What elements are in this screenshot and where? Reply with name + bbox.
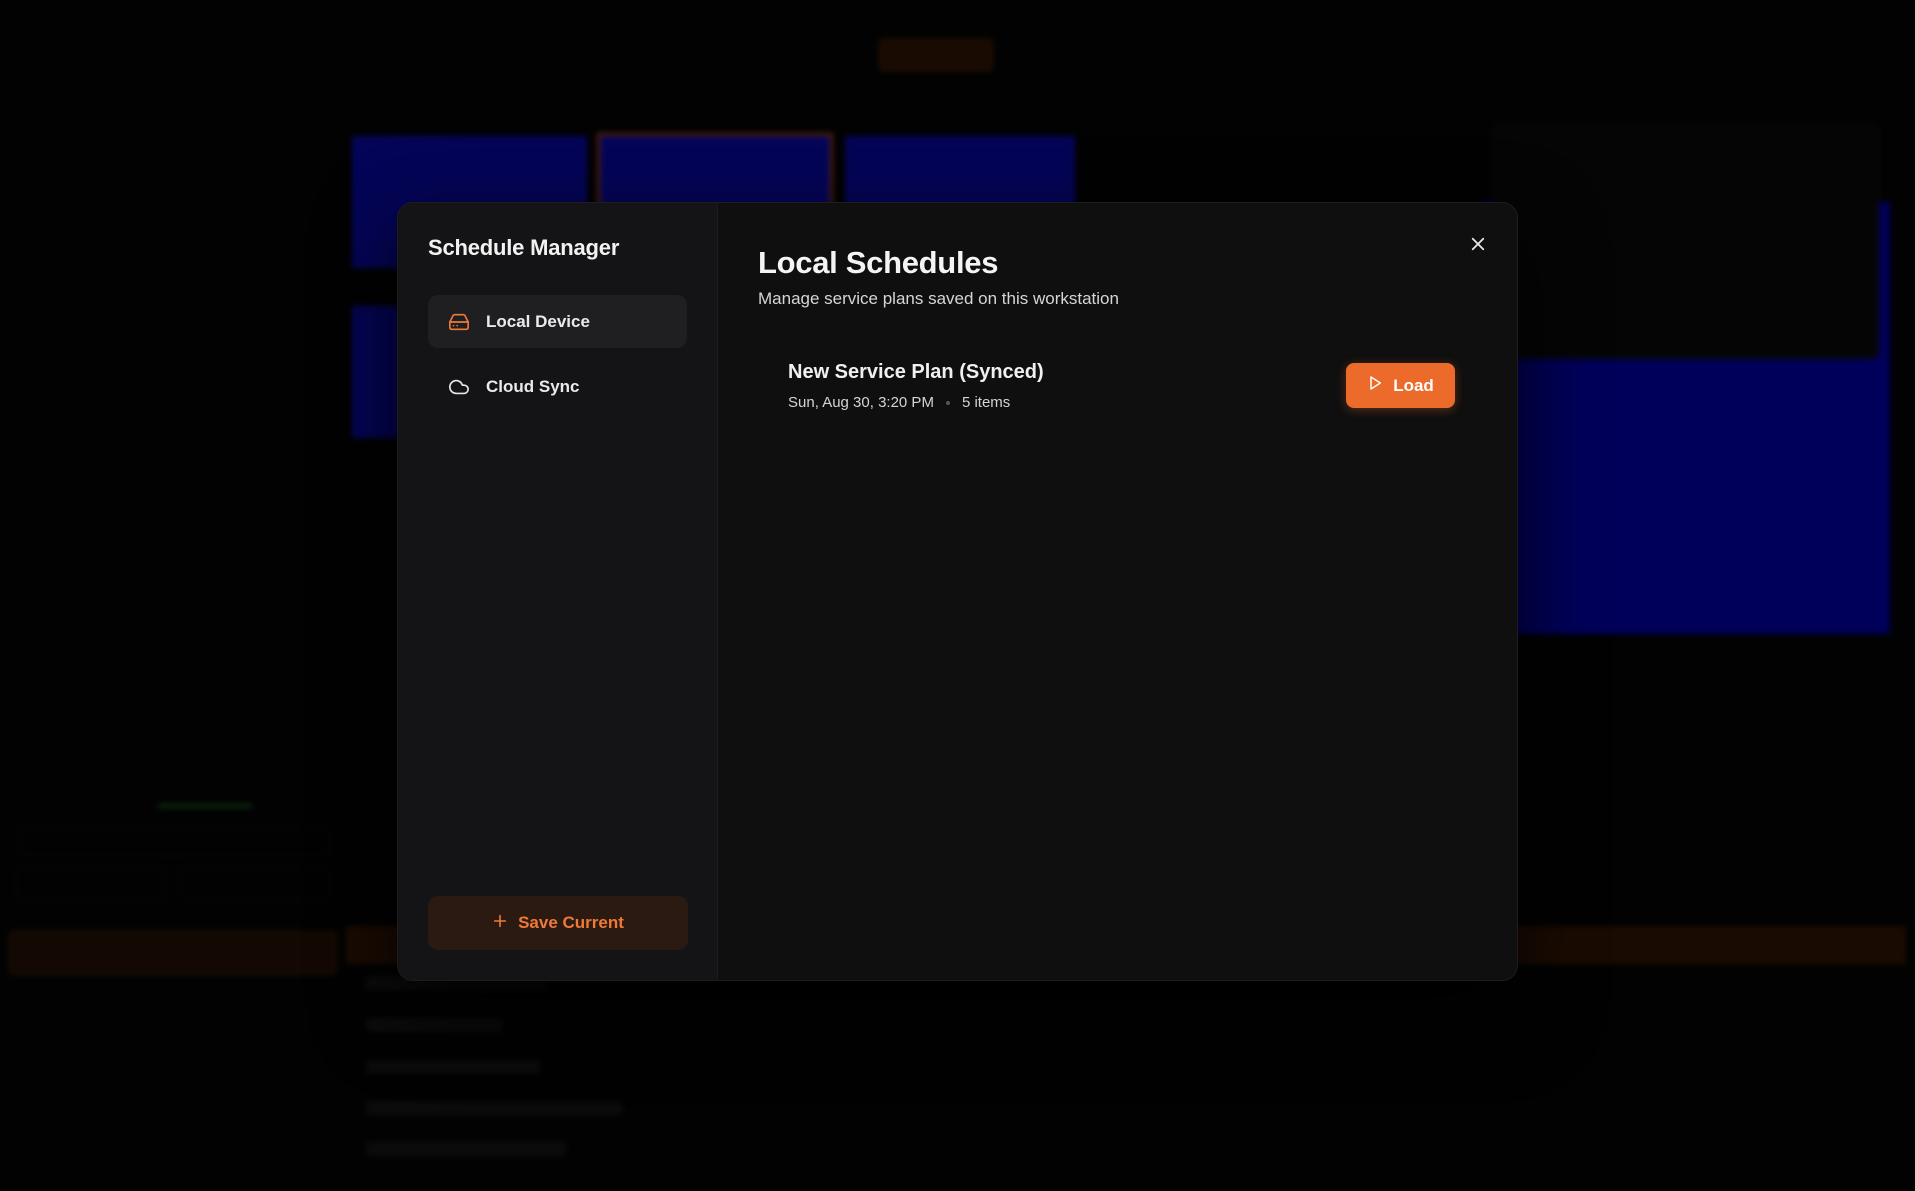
nav-item-cloud-sync[interactable]: Cloud Sync — [428, 360, 687, 413]
save-current-button[interactable]: Save Current — [428, 896, 688, 950]
nav-item-label: Local Device — [486, 311, 590, 331]
load-button[interactable]: Load — [1346, 363, 1455, 408]
save-current-label: Save Current — [518, 913, 624, 932]
close-button[interactable] — [1461, 229, 1495, 263]
cloud-icon — [448, 376, 470, 398]
modal-nav: Local Device Cloud Sync — [428, 295, 687, 413]
schedule-list: New Service Plan (Synced) Sun, Aug 30, 3… — [758, 347, 1477, 425]
nav-item-label: Cloud Sync — [486, 376, 580, 396]
section-subtitle: Manage service plans saved on this works… — [758, 289, 1119, 308]
section-title: Local Schedules — [758, 245, 999, 280]
plus-icon — [492, 913, 508, 934]
hard-drive-icon — [448, 311, 470, 333]
separator-dot — [945, 400, 950, 405]
schedule-row[interactable]: New Service Plan (Synced) Sun, Aug 30, 3… — [758, 347, 1477, 425]
modal-title: Schedule Manager — [428, 235, 620, 260]
nav-item-local-device[interactable]: Local Device — [428, 295, 687, 348]
close-icon — [1469, 235, 1487, 258]
modal-sidebar: Schedule Manager Local Device Cloud Sync… — [398, 203, 718, 980]
schedule-manager-modal: Schedule Manager Local Device Cloud Sync… — [397, 202, 1518, 981]
schedule-date: Sun, Aug 30, 3:20 PM — [788, 394, 934, 411]
load-label: Load — [1393, 375, 1434, 395]
modal-main: Local Schedules Manage service plans sav… — [718, 203, 1517, 980]
schedule-item-count: 5 items — [961, 394, 1011, 411]
play-icon — [1367, 375, 1383, 396]
